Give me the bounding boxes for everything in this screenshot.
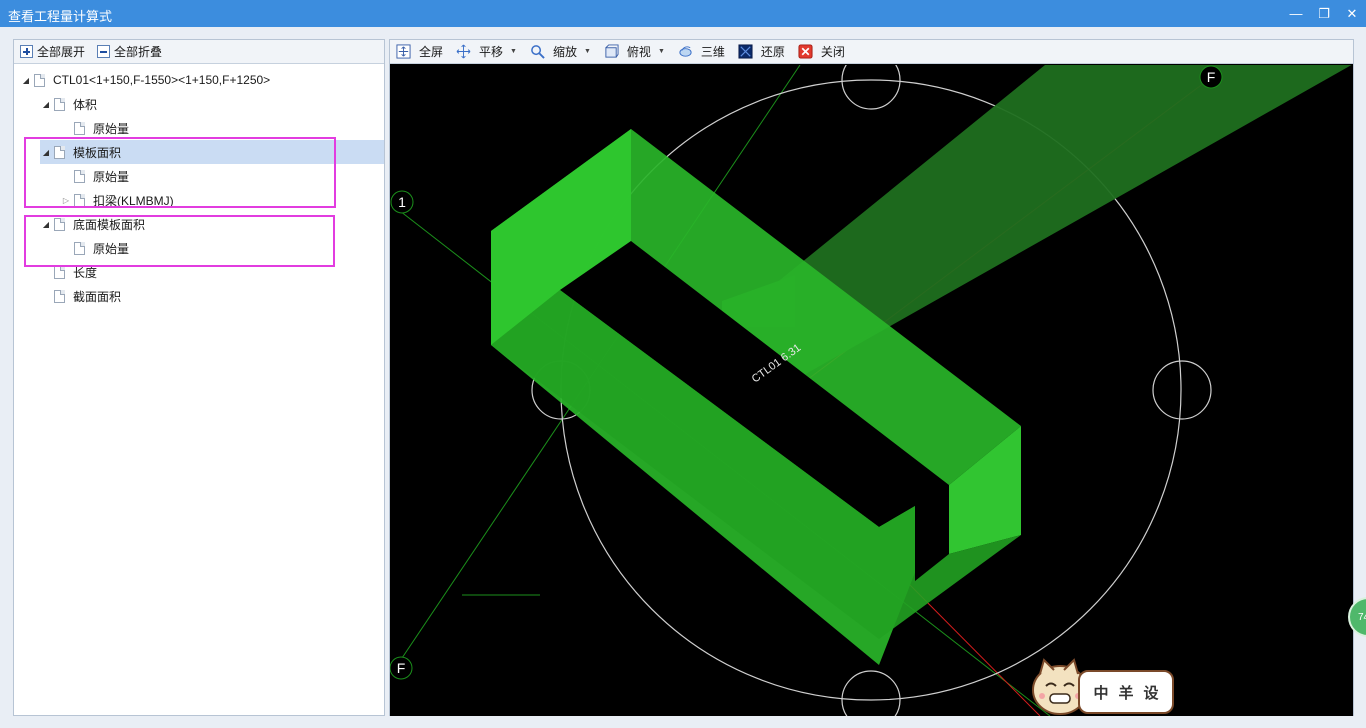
document-icon — [54, 289, 65, 303]
tree-node-root[interactable]: ◢ CTL01<1+150,F-1550><1+150,F+1250> — [20, 68, 270, 92]
tree-node-label: 体积 — [73, 97, 98, 112]
close-window-button[interactable]: ✕ — [1338, 0, 1366, 27]
tree-node-section-area[interactable]: 截面面积 — [40, 284, 121, 308]
document-icon — [54, 97, 65, 111]
dropdown-caret-icon[interactable]: ▼ — [658, 48, 665, 55]
restore-icon — [738, 44, 753, 59]
top-view-button[interactable]: 俯视 ▼ — [604, 43, 665, 60]
minus-icon — [97, 45, 111, 58]
zoom-label: 缩放 — [552, 45, 577, 59]
tree-node-volume[interactable]: ◢ 体积 — [40, 92, 97, 116]
3d-button[interactable]: 三维 — [678, 43, 725, 60]
expand-all-label: 全部展开 — [37, 45, 86, 59]
fullscreen-label: 全屏 — [419, 45, 444, 59]
highlight-box-formwork — [24, 137, 336, 208]
document-icon — [54, 265, 65, 279]
dropdown-caret-icon[interactable]: ▼ — [584, 48, 591, 55]
axis-label-f-bottom: F — [397, 660, 406, 676]
document-icon — [34, 73, 45, 87]
restore-label: 还原 — [760, 45, 785, 59]
tree-node-label: 截面面积 — [73, 289, 122, 304]
expanded-arrow-icon[interactable]: ◢ — [40, 100, 52, 109]
mascot-char: 中 — [1093, 684, 1109, 702]
dropdown-caret-icon[interactable]: ▼ — [510, 48, 517, 55]
view-toolbar: 全屏 平移 ▼ 缩放 ▼ 俯视 ▼ 三维 还原 关闭 — [390, 40, 1353, 64]
expand-all-button[interactable]: 全部展开 — [20, 43, 85, 60]
close-view-button[interactable]: 关闭 — [798, 43, 845, 60]
window-title: 查看工程量计算式 — [8, 9, 113, 24]
magnifier-icon — [531, 45, 545, 59]
close-icon — [798, 44, 813, 59]
close-view-label: 关闭 — [820, 45, 845, 59]
window-controls: — ❐ ✕ — [1282, 0, 1366, 27]
plus-icon — [20, 45, 33, 58]
axis-label-f-top: F — [1207, 69, 1216, 85]
pan-icon — [456, 44, 471, 59]
fullscreen-button[interactable]: 全屏 — [396, 43, 443, 60]
document-icon — [74, 121, 85, 135]
tree-toolbar: 全部展开 全部折叠 — [14, 40, 384, 64]
top-view-label: 俯视 — [626, 45, 651, 59]
3d-view-icon — [679, 46, 692, 57]
axis-label-1: 1 — [398, 194, 406, 210]
tree-node-label: 原始量 — [93, 121, 130, 136]
mascot-bubble[interactable]: 中 羊 设 — [1078, 670, 1174, 714]
view-panel: 全屏 平移 ▼ 缩放 ▼ 俯视 ▼ 三维 还原 关闭 1 F F CTL01 6… — [389, 39, 1354, 716]
zoom-button[interactable]: 缩放 ▼ — [530, 43, 591, 60]
3d-viewport[interactable]: 1 F F CTL01 6.31 — [390, 65, 1353, 716]
top-view-icon — [605, 44, 619, 58]
fullscreen-icon — [396, 44, 411, 59]
pan-button[interactable]: 平移 ▼ — [456, 43, 517, 60]
collapse-all-button[interactable]: 全部折叠 — [97, 43, 162, 60]
mascot-char: 羊 — [1118, 684, 1134, 702]
highlight-box-bottom-formwork — [24, 215, 335, 267]
expanded-arrow-icon[interactable]: ◢ — [20, 76, 32, 85]
3d-label: 三维 — [700, 45, 725, 59]
collapse-all-label: 全部折叠 — [114, 45, 163, 59]
pan-label: 平移 — [479, 45, 504, 59]
restore-view-button[interactable]: 还原 — [738, 43, 785, 60]
tree-panel: 全部展开 全部折叠 ◢ CTL01<1+150,F-1550><1+150,F+… — [13, 39, 385, 716]
mascot-char: 设 — [1143, 684, 1159, 702]
mascot-widget[interactable]: 中 羊 设 — [1030, 652, 1180, 718]
restore-button[interactable]: ❐ — [1310, 0, 1338, 27]
minimize-button[interactable]: — — [1282, 0, 1310, 27]
tree-node-label: CTL01<1+150,F-1550><1+150,F+1250> — [53, 73, 271, 87]
window-titlebar: 查看工程量计算式 — ❐ ✕ — [0, 0, 1366, 27]
